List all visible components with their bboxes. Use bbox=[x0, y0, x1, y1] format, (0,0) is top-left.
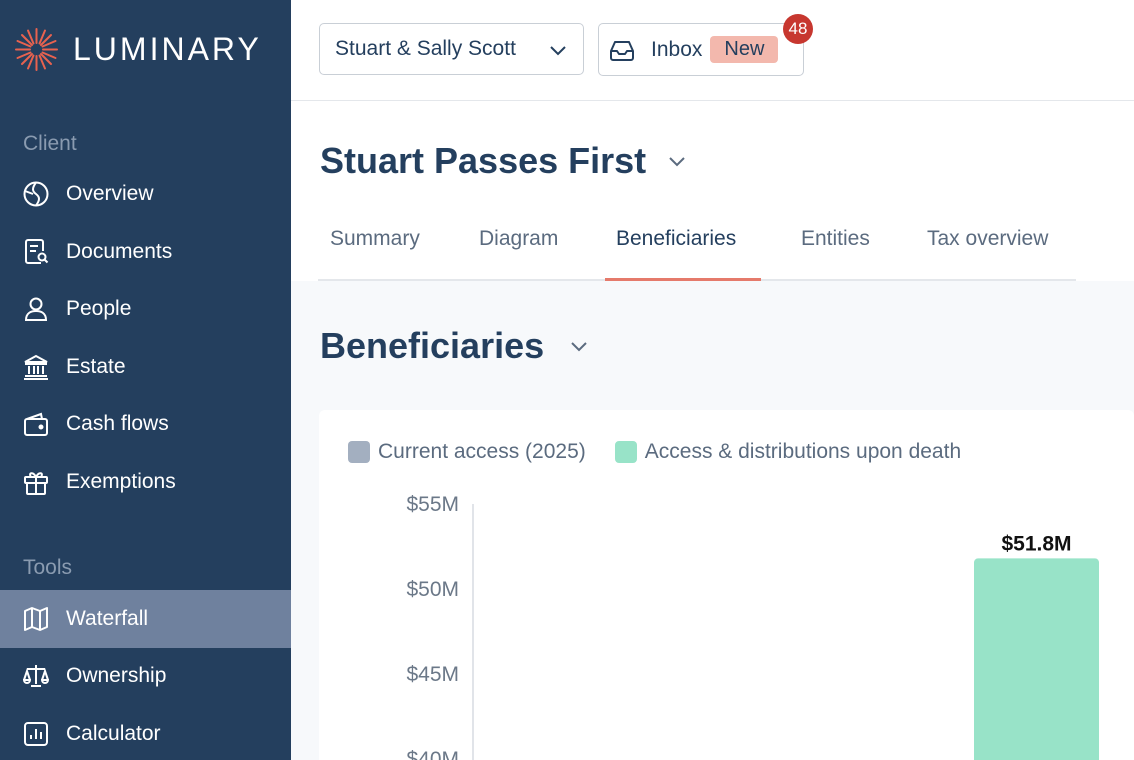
page-title: Stuart Passes First bbox=[320, 140, 647, 181]
sidebar-section-tools: Tools bbox=[23, 556, 73, 579]
legend-label: Access & distributions upon death bbox=[644, 440, 962, 463]
chevron-down-icon bbox=[550, 46, 566, 56]
beneficiaries-bar-chart: $55M $50M $45M $40M $51.8M bbox=[406, 493, 1099, 760]
inbox-count-badge: 48 bbox=[783, 14, 813, 44]
calculator-icon bbox=[22, 720, 50, 748]
sidebar-item-label: Cash flows bbox=[66, 412, 169, 435]
scale-icon bbox=[22, 662, 50, 690]
wallet-icon bbox=[22, 410, 50, 438]
sidebar: LUMINARY Client Overview Documents Peopl… bbox=[0, 0, 291, 760]
y-tick-label: $40M bbox=[406, 748, 459, 760]
inbox-label: Inbox bbox=[651, 37, 703, 61]
tab-beneficiaries[interactable]: Beneficiaries bbox=[616, 227, 736, 279]
y-tick-label: $50M bbox=[406, 578, 459, 601]
sidebar-item-label: Documents bbox=[66, 240, 173, 263]
section-title: Beneficiaries bbox=[320, 325, 545, 366]
sidebar-item-ownership[interactable]: Ownership bbox=[0, 647, 291, 705]
y-tick-label: $55M bbox=[406, 493, 459, 516]
sidebar-item-exemptions[interactable]: Exemptions bbox=[0, 453, 291, 511]
sidebar-item-label: People bbox=[66, 297, 132, 320]
sidebar-item-label: Waterfall bbox=[66, 607, 149, 630]
legend-swatch bbox=[614, 441, 637, 463]
legend-item-current-access[interactable]: Current access (2025) bbox=[348, 440, 586, 464]
beneficiaries-chart-card: Current access (2025) Access & distribut… bbox=[319, 410, 1134, 760]
client-select-value: Stuart & Sally Scott bbox=[335, 37, 516, 60]
sidebar-section-client: Client bbox=[23, 132, 77, 155]
inbox-button[interactable]: Inbox New bbox=[598, 23, 804, 76]
sidebar-item-label: Estate bbox=[66, 355, 126, 378]
sidebar-item-estate[interactable]: Estate bbox=[0, 338, 291, 396]
map-icon bbox=[22, 605, 50, 633]
bar-data-label: $51.8M bbox=[1001, 532, 1071, 555]
sidebar-item-cash-flows[interactable]: Cash flows bbox=[0, 395, 291, 453]
legend-item-upon-death[interactable]: Access & distributions upon death bbox=[614, 440, 962, 464]
tab-entities[interactable]: Entities bbox=[801, 227, 870, 279]
brand-logo[interactable]: LUMINARY bbox=[14, 27, 262, 72]
main-content: Stuart Passes First Summary Diagram Bene… bbox=[291, 101, 1134, 760]
tab-summary[interactable]: Summary bbox=[330, 227, 420, 279]
tab-diagram[interactable]: Diagram bbox=[479, 227, 558, 279]
sidebar-item-people[interactable]: People bbox=[0, 280, 291, 338]
legend-swatch bbox=[348, 441, 370, 463]
sunburst-icon bbox=[15, 28, 58, 71]
tab-tax-overview[interactable]: Tax overview bbox=[927, 227, 1048, 279]
sidebar-item-documents[interactable]: Documents bbox=[0, 223, 291, 281]
chevron-down-icon[interactable] bbox=[666, 150, 688, 172]
sidebar-item-label: Calculator bbox=[66, 722, 161, 745]
new-badge: New bbox=[710, 36, 779, 63]
client-select[interactable]: Stuart & Sally Scott bbox=[319, 23, 584, 75]
gift-icon bbox=[22, 468, 50, 496]
overview-icon bbox=[22, 180, 50, 208]
chart-legend: Current access (2025) Access & distribut… bbox=[348, 440, 990, 464]
inbox-icon bbox=[610, 40, 634, 61]
sidebar-item-calculator[interactable]: Calculator bbox=[0, 705, 291, 760]
top-header: Stuart & Sally Scott Inbox New 48 bbox=[291, 0, 1134, 101]
sidebar-item-waterfall[interactable]: Waterfall bbox=[0, 590, 291, 648]
person-icon bbox=[22, 295, 50, 323]
sidebar-item-label: Overview bbox=[66, 182, 154, 205]
sidebar-item-overview[interactable]: Overview bbox=[0, 165, 291, 223]
bar-upon-death[interactable] bbox=[974, 558, 1099, 760]
sidebar-item-label: Ownership bbox=[66, 664, 167, 687]
tab-bar: Summary Diagram Beneficiaries Entities T… bbox=[318, 221, 1076, 281]
content-area: Beneficiaries Current access (2025) Acce… bbox=[291, 281, 1134, 760]
brand-name: LUMINARY bbox=[73, 31, 262, 67]
y-tick-label: $45M bbox=[406, 663, 459, 686]
bank-icon bbox=[22, 353, 50, 381]
legend-label: Current access (2025) bbox=[378, 440, 586, 463]
documents-icon bbox=[22, 238, 50, 266]
chevron-down-icon[interactable] bbox=[568, 335, 590, 357]
sidebar-item-label: Exemptions bbox=[66, 470, 176, 493]
